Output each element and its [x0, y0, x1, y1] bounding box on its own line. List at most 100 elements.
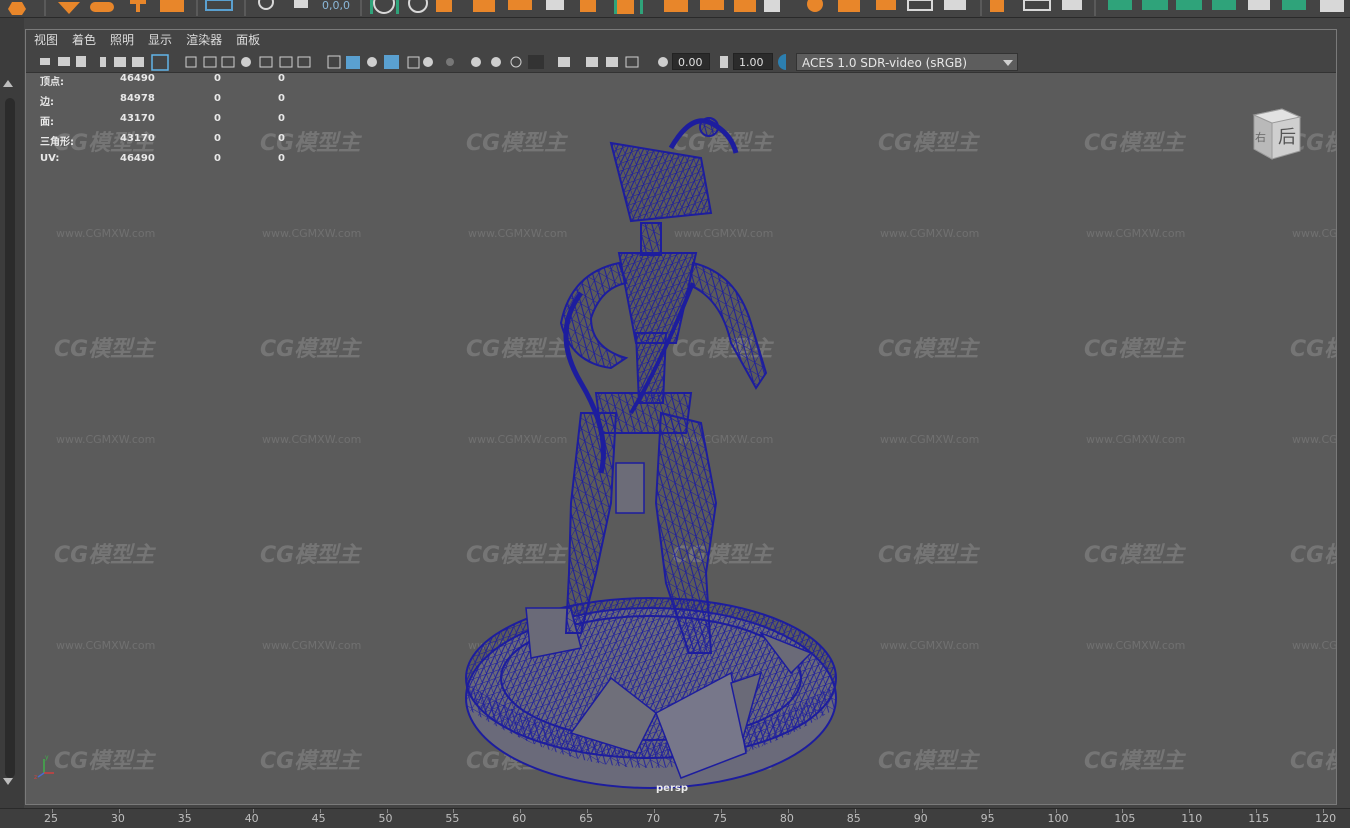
timeline-tick: [587, 809, 589, 813]
scroll-down-arrow-icon[interactable]: [3, 778, 13, 785]
menu-renderer[interactable]: 渲染器: [186, 30, 222, 51]
menu-view[interactable]: 视图: [34, 30, 58, 51]
timeline-tick-label: 105: [1114, 812, 1136, 825]
shelf-white-icons: [205, 0, 1344, 14]
timeline-tick-label: 85: [846, 812, 861, 825]
smooth-shade-icon: [346, 56, 360, 69]
hud-row-triangles: 三角形: 43170 0 0: [40, 133, 300, 148]
hud-label: 面:: [40, 117, 54, 128]
chevron-down-icon[interactable]: [1003, 60, 1013, 66]
timeline-tick-label: 40: [244, 812, 259, 825]
watermark-url: www.CGMXW.com: [262, 639, 362, 652]
timeline-tick: [319, 809, 321, 813]
menu-panels[interactable]: 面板: [236, 30, 260, 51]
hud-label: 三角形:: [40, 137, 74, 148]
hud-value: 84978: [120, 93, 155, 104]
timeline-tick-label: 75: [713, 812, 727, 825]
hud-label: 顶点:: [40, 77, 64, 88]
timeline-tick-label: 100: [1047, 812, 1069, 825]
watermark-logo: CG模型主: [54, 337, 155, 362]
watermark-logo: CG模型主: [878, 131, 979, 156]
watermark-url: www.CGMXW.com: [262, 227, 362, 240]
wireframe-on-shaded-icon: [384, 55, 399, 69]
watermark-url: www.CGMXW.com: [56, 227, 156, 240]
timeline-tick: [787, 809, 789, 813]
timeline-tick: [988, 809, 990, 813]
hud-label: 边:: [40, 97, 54, 108]
menu-show[interactable]: 显示: [148, 30, 172, 51]
camera-select-icon: [40, 58, 50, 65]
watermark-logo: CG模型主: [878, 543, 979, 568]
timeline-tick-label: 90: [913, 812, 928, 825]
screen-space-ao-icon: [471, 57, 481, 67]
menu-lighting[interactable]: 照明: [110, 30, 134, 51]
watermark-logo: CG模型主: [260, 543, 361, 568]
watermark-url: www.CGMXW.com: [1292, 639, 1336, 652]
hud-value: 0: [214, 113, 221, 124]
timeline-tick: [453, 809, 455, 813]
timeline-tick: [252, 809, 254, 813]
hud-value: 0: [214, 153, 221, 164]
color-space-dropdown[interactable]: ACES 1.0 SDR-video (sRGB): [796, 53, 1018, 71]
hud-value: 46490: [120, 153, 155, 164]
robot-wireframe-model[interactable]: [431, 113, 851, 793]
pouch: [615, 462, 645, 514]
snap-icon: [436, 0, 452, 12]
torso: [617, 252, 698, 344]
axis-gizmo-icon: y z: [34, 754, 54, 779]
render-icon: [205, 0, 233, 11]
motion-blur-icon: [491, 57, 501, 67]
xray-joints-icon: [625, 56, 639, 68]
timeline-tick: [185, 809, 187, 813]
timeline-tick: [1189, 809, 1191, 813]
field-chart-icon: [259, 56, 273, 68]
watermark-logo: CG模型主: [54, 543, 155, 568]
exposure-field[interactable]: 0.00: [672, 53, 710, 70]
gamma-field[interactable]: 1.00: [733, 53, 773, 70]
timeline-tick: [118, 809, 120, 813]
left-scrollbar[interactable]: [5, 98, 15, 778]
hud-row-uvs: UV: 46490 0 0: [40, 153, 300, 167]
panel-menubar: 视图 着色 照明 显示 渲染器 面板: [26, 30, 1336, 51]
bookmark-icon: [76, 56, 86, 67]
isolate-select-icon: [558, 57, 570, 67]
timeline-tick: [520, 809, 522, 813]
timeline-tick-label: 25: [44, 812, 58, 825]
watermark-url: www.CGMXW.com: [880, 227, 980, 240]
hud-value: 0: [214, 73, 221, 84]
timeline-tick: [386, 809, 388, 813]
color-space-value: ACES 1.0 SDR-video (sRGB): [802, 56, 968, 70]
watermark-logo: CG模型主: [1290, 749, 1336, 774]
timeline-tick: [52, 809, 53, 813]
3d-viewport[interactable]: CG模型主 www.CGMXW.com CG模型主 www.CGMXW.com CG模型…: [26, 73, 1336, 804]
timeline-tick-label: 45: [311, 812, 326, 825]
color-management-icon: [778, 54, 786, 70]
scroll-up-arrow-icon[interactable]: [3, 80, 13, 87]
timeline-tick: [854, 809, 856, 813]
hud-row-vertices: 顶点: 46490 0 0: [40, 73, 300, 88]
watermark-url: www.CGMXW.com: [880, 433, 980, 446]
hud-value: 0: [214, 93, 221, 104]
timeline-tick-label: 115: [1248, 812, 1270, 825]
camera-name-label: persp: [656, 783, 688, 794]
camera-attributes-icon: [58, 57, 70, 66]
head: [609, 141, 713, 223]
menu-shading[interactable]: 着色: [72, 30, 96, 51]
hud-row-faces: 面: 43170 0 0: [40, 113, 300, 128]
resolution-gate-icon: [221, 56, 235, 68]
time-slider[interactable]: 25 30 35 40 45 50 55 60 65 70 75 80 85 90 95 100 105 110 1…: [0, 808, 1350, 828]
camera-icon: [258, 0, 274, 10]
image-plane-icon: [100, 57, 106, 67]
timeline-tick-label: 120: [1315, 812, 1337, 825]
watermark-url: www.CGMXW.com: [880, 639, 980, 652]
film-gate-icon: [203, 56, 217, 68]
shelf-icons[interactable]: [0, 0, 1350, 18]
watermark-logo: CG模型主: [1290, 337, 1336, 362]
watermark-logo: CG模型主: [878, 749, 979, 774]
grease-pencil-icon: [151, 54, 169, 71]
watermark-logo: CG模型主: [1084, 337, 1185, 362]
rotate-tool-icon: [160, 0, 184, 12]
watermark-logo: CG模型主: [260, 749, 361, 774]
timeline-tick-label: 110: [1181, 812, 1203, 825]
watermark-logo: CG模型主: [1084, 543, 1185, 568]
